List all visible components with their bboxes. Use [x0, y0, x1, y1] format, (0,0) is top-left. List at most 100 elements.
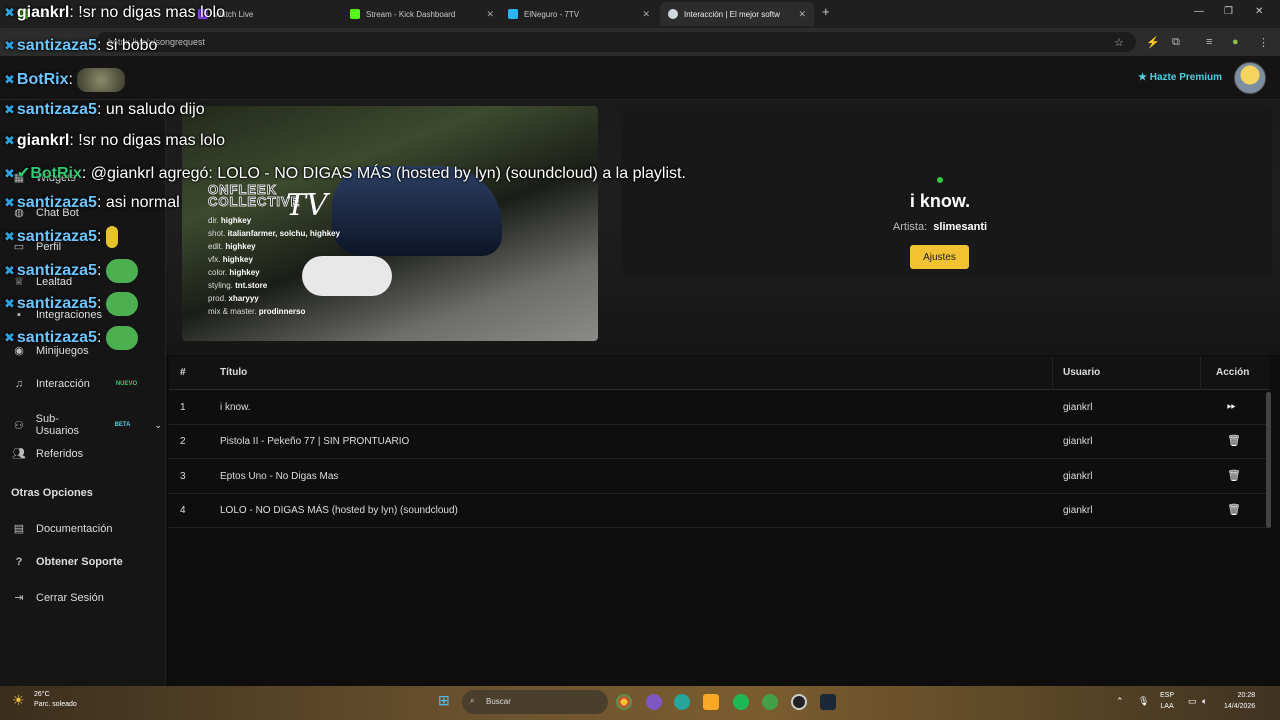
row-number: 2: [180, 436, 186, 447]
minimize-icon[interactable]: —: [1194, 6, 1204, 17]
row-title: i know.: [220, 402, 251, 413]
trash-icon[interactable]: 🗑︎: [1227, 503, 1241, 516]
chat-message: ✖ santizaza5: un saludo dijo: [4, 101, 205, 118]
mod-badge-icon: ✖: [4, 166, 15, 181]
sidebar-item-soporte[interactable]: ? Obtener Soporte: [12, 556, 123, 568]
close-tab-icon[interactable]: ✕: [642, 9, 650, 20]
row-user: giankrl: [1063, 471, 1093, 482]
frog-face-emote: [77, 68, 126, 92]
trash-icon[interactable]: 🗑︎: [1227, 469, 1241, 482]
chat-message: ✖ BotRix:: [4, 68, 126, 92]
pepe-emote: [105, 259, 138, 283]
live-status-dot: [937, 177, 943, 183]
col-divider: [1052, 356, 1053, 390]
book-icon: ▤: [13, 523, 25, 535]
sun-cloud-icon: ☀: [12, 692, 25, 708]
mod-badge-icon: ✖: [4, 263, 15, 279]
star-icon: ★: [1138, 72, 1150, 83]
media-icon[interactable]: ≡: [1206, 36, 1212, 48]
song-title: i know.: [909, 191, 971, 211]
yellow-figure-emote: [105, 226, 118, 248]
row-number: 4: [180, 505, 186, 516]
col-number: #: [180, 367, 186, 378]
taskbar: [0, 686, 1280, 720]
row-title: LOLO - NO DIGAS MÁS (hosted by lyn) (sou…: [220, 505, 458, 516]
table-row: 3 Eptos Uno - No Digas Mas giankrl 🗑︎: [169, 460, 1270, 494]
url-field[interactable]: botrix.live/x/songrequest: [96, 32, 1136, 52]
bookmark-star-icon[interactable]: ☆: [1114, 36, 1124, 49]
beta-badge: BETA: [114, 422, 131, 428]
discord-icon[interactable]: [646, 694, 662, 710]
network-icon[interactable]: ▭: [1188, 696, 1197, 707]
mod-badge-icon: ✖: [4, 330, 15, 346]
close-tab-icon[interactable]: ✕: [486, 9, 494, 20]
table-row: 4 LOLO - NO DIGAS MÁS (hosted by lyn) (s…: [169, 494, 1270, 528]
row-number: 1: [180, 402, 186, 413]
chat-message: ✖ santizaza5:: [4, 226, 118, 248]
extension-icon[interactable]: ⚡: [1146, 36, 1160, 49]
steam-icon[interactable]: [820, 694, 836, 710]
logout-icon: ⇥: [14, 592, 24, 604]
mod-badge-icon: ✖: [4, 102, 15, 117]
menu-icon[interactable]: ⋮: [1258, 36, 1269, 49]
profile-icon[interactable]: ●: [1232, 36, 1239, 48]
play-next-icon[interactable]: ⏩︎: [1227, 400, 1236, 413]
mod-badge-icon: ✖: [4, 229, 15, 245]
scrollbar[interactable]: [1266, 392, 1271, 528]
sidebar-item-sub-usuarios[interactable]: ⚇ Sub-Usuarios BETA ⌄: [12, 413, 162, 437]
taskbar-search[interactable]: ⌕ Buscar: [462, 690, 608, 714]
sidebar-item-referidos[interactable]: 👥︎ Referidos: [12, 447, 83, 461]
mod-badge-icon: ✖: [4, 133, 15, 148]
video-brand: ONFLEEK COLLECTIVE: [208, 182, 301, 209]
chat-message: ✖ santizaza5:: [4, 326, 138, 350]
file-explorer-icon[interactable]: [703, 694, 719, 710]
sidebar-item-documentacion[interactable]: ▤ Documentación: [12, 522, 113, 536]
row-user: giankrl: [1063, 436, 1093, 447]
tab-interaccion[interactable]: Interacción | El mejor softw ✕: [660, 2, 814, 26]
extensions-puzzle-icon[interactable]: ⧉: [1172, 36, 1180, 49]
mod-badge-icon: ✖: [4, 195, 15, 210]
chat-message: ✖ giankrl: !sr no digas mas lolo: [4, 132, 225, 149]
mod-badge-icon: ✖: [4, 5, 15, 20]
sidebar-item-cerrar-sesion[interactable]: ⇥ Cerrar Sesión: [12, 591, 103, 605]
clock[interactable]: 20:28 14/4/2026: [1224, 690, 1255, 712]
sidebar-item-interaccion[interactable]: ♫ Interacción NUEVO: [12, 378, 137, 390]
windows-start-icon[interactable]: ⊞: [438, 692, 450, 709]
botrix-icon: [668, 9, 678, 19]
obs-icon[interactable]: [791, 694, 807, 710]
tab-7tv[interactable]: ElNeguro - 7TV ✕: [500, 2, 658, 26]
new-tab-icon[interactable]: +: [822, 4, 830, 19]
microphone-icon[interactable]: 🎙︎: [1138, 696, 1149, 707]
tab-kick-dashboard[interactable]: Stream - Kick Dashboard ✕: [342, 2, 502, 26]
settings-button[interactable]: Ajustes: [910, 245, 969, 269]
chrome-icon[interactable]: [616, 694, 632, 710]
mod-badge-icon: ✖: [4, 296, 15, 312]
trash-icon[interactable]: 🗑︎: [1227, 434, 1241, 447]
chat-message: ✖ ✔BotRix: @giankrl agregó: LOLO - NO DIG…: [4, 165, 686, 182]
maximize-icon[interactable]: ❐: [1224, 6, 1233, 17]
chrome-profile-icon[interactable]: [762, 694, 778, 710]
tray-chevron-icon[interactable]: ⌃: [1116, 696, 1124, 707]
close-tab-icon[interactable]: ✕: [798, 9, 806, 20]
table-row: 2 Pistola II - Pekeño 77 | SIN PRONTUARI…: [169, 425, 1270, 459]
weather-widget[interactable]: 26°C Parc. soleado: [34, 690, 77, 710]
premium-link[interactable]: ★ Hazte Premium: [1138, 72, 1222, 83]
kick-icon: [350, 9, 360, 19]
row-title: Pistola II - Pekeño 77 | SIN PRONTUARIO: [220, 436, 410, 447]
volume-icon[interactable]: 🔈︎: [1202, 696, 1207, 707]
row-number: 3: [180, 471, 186, 482]
song-artist: Artista: slimesanti: [892, 221, 988, 233]
close-window-icon[interactable]: ✕: [1255, 6, 1263, 17]
pepe-emote: [105, 326, 138, 350]
video-credits: dir. highkey shot. italianfarmer, solchu…: [208, 216, 341, 316]
row-user: giankrl: [1063, 402, 1093, 413]
col-action: Acción: [1216, 367, 1250, 378]
pepe-emote: [105, 292, 138, 316]
language-indicator[interactable]: ESP LAA: [1160, 690, 1174, 712]
app-header: [0, 56, 1280, 100]
video-player[interactable]: ONFLEEK COLLECTIVE TV dir. highkey shot.…: [182, 106, 598, 341]
edge-icon[interactable]: [674, 694, 690, 710]
avatar[interactable]: [1234, 62, 1266, 94]
users-icon: ⚇: [13, 419, 24, 432]
spotify-icon[interactable]: [733, 694, 749, 710]
